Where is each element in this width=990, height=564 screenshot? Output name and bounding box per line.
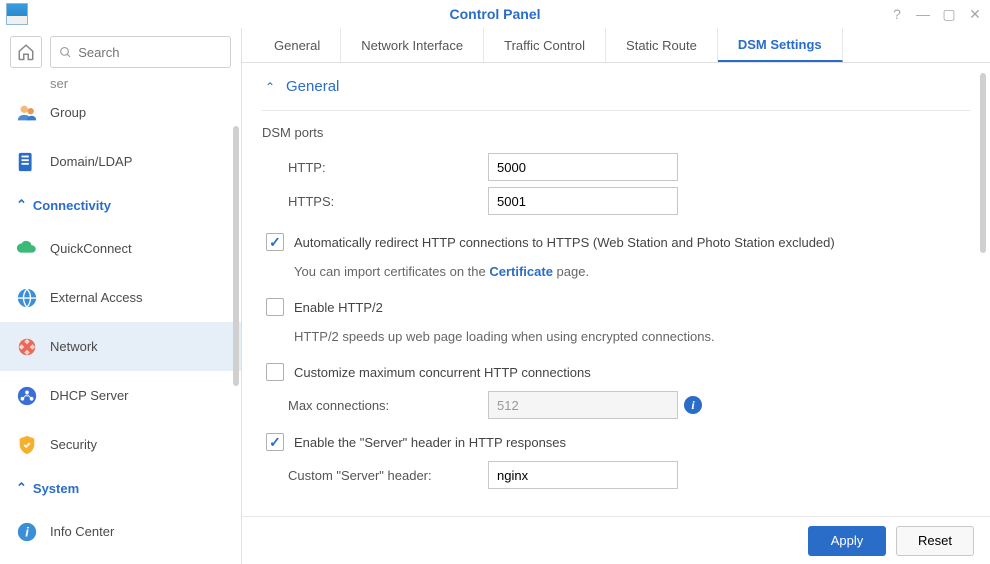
maxconn-label: Customize maximum concurrent HTTP connec…	[294, 365, 591, 380]
tab-dsm-settings[interactable]: DSM Settings	[718, 28, 843, 62]
http2-label: Enable HTTP/2	[294, 300, 383, 315]
sidebar-item-group[interactable]: Group	[0, 88, 241, 137]
section-general[interactable]: ⌃ General	[262, 63, 970, 111]
search-field[interactable]	[50, 36, 231, 68]
sidebar-item-cut: ser	[0, 76, 241, 88]
sidebar-item-external[interactable]: External Access	[0, 273, 241, 322]
http-label: HTTP:	[288, 160, 488, 175]
globe-icon	[16, 287, 38, 309]
https-port-input[interactable]	[488, 187, 678, 215]
redirect-label: Automatically redirect HTTP connections …	[294, 235, 835, 250]
http2-checkbox[interactable]	[266, 298, 284, 316]
sidebar-item-dhcp[interactable]: DHCP Server	[0, 371, 241, 420]
apply-button[interactable]: Apply	[808, 526, 886, 556]
domain-icon	[16, 151, 38, 173]
dsm-ports-label: DSM ports	[262, 125, 970, 140]
sidebar-item-label: QuickConnect	[50, 241, 132, 256]
maxconn-field-label: Max connections:	[288, 398, 488, 413]
tab-general[interactable]: General	[254, 28, 341, 62]
chevron-up-icon: ⌃	[262, 80, 278, 94]
group-icon	[16, 102, 38, 124]
custom-header-input[interactable]	[488, 461, 678, 489]
section-domain[interactable]: ⌃ Domain	[262, 504, 970, 516]
tab-interface[interactable]: Network Interface	[341, 28, 484, 62]
footer: Apply Reset	[242, 516, 990, 564]
app-icon	[6, 3, 28, 25]
sidebar-item-label: Network	[50, 339, 98, 354]
http-port-input[interactable]	[488, 153, 678, 181]
certificate-link[interactable]: Certificate	[489, 264, 553, 279]
cloud-icon	[16, 238, 38, 260]
http2-desc: HTTP/2 speeds up web page loading when u…	[262, 329, 970, 344]
help-icon[interactable]: ?	[888, 6, 906, 23]
shield-icon	[16, 434, 38, 456]
sidebar-section-system[interactable]: ⌃ System	[0, 469, 241, 507]
home-icon	[17, 43, 35, 61]
maxconn-checkbox[interactable]	[266, 363, 284, 381]
server-header-checkbox[interactable]	[266, 433, 284, 451]
tab-bar: General Network Interface Traffic Contro…	[242, 28, 990, 63]
sidebar-item-security[interactable]: Security	[0, 420, 241, 469]
sidebar-item-info[interactable]: i Info Center	[0, 507, 241, 556]
sidebar-item-network[interactable]: Network	[0, 322, 241, 371]
sidebar: ser Group Domain/LDAP ⌃ Connectivity Qui…	[0, 28, 242, 564]
window-title: Control Panel	[449, 6, 540, 22]
sidebar-list: ser Group Domain/LDAP ⌃ Connectivity Qui…	[0, 76, 241, 564]
certificate-hint: You can import certificates on the Certi…	[262, 264, 970, 279]
info-icon: i	[16, 521, 38, 543]
maxconn-input	[488, 391, 678, 419]
svg-text:i: i	[25, 524, 29, 539]
sidebar-section-connectivity[interactable]: ⌃ Connectivity	[0, 186, 241, 224]
search-input[interactable]	[78, 45, 222, 60]
chevron-up-icon: ⌃	[16, 480, 27, 496]
sidebar-item-label: Security	[50, 437, 97, 452]
sidebar-item-label: DHCP Server	[50, 388, 129, 403]
sidebar-item-label: External Access	[50, 290, 143, 305]
title-bar: Control Panel ? — ▢ ✕	[0, 0, 990, 28]
server-header-label: Enable the "Server" header in HTTP respo…	[294, 435, 566, 450]
custom-header-label: Custom "Server" header:	[288, 468, 488, 483]
network-icon	[16, 336, 38, 358]
sidebar-item-domain[interactable]: Domain/LDAP	[0, 137, 241, 186]
chevron-up-icon: ⌃	[16, 197, 27, 213]
content-area: General Network Interface Traffic Contro…	[242, 28, 990, 564]
redirect-checkbox[interactable]	[266, 233, 284, 251]
reset-button[interactable]: Reset	[896, 526, 974, 556]
https-label: HTTPS:	[288, 194, 488, 209]
info-icon[interactable]: i	[684, 396, 702, 414]
panel-scrollbar[interactable]	[980, 73, 986, 253]
tab-traffic[interactable]: Traffic Control	[484, 28, 606, 62]
minimize-icon[interactable]: —	[914, 6, 932, 23]
window-controls: ? — ▢ ✕	[888, 6, 984, 23]
sidebar-scrollbar[interactable]	[233, 126, 239, 386]
close-icon[interactable]: ✕	[966, 6, 984, 23]
dhcp-icon	[16, 385, 38, 407]
sidebar-item-label: Domain/LDAP	[50, 154, 132, 169]
maximize-icon[interactable]: ▢	[940, 6, 958, 23]
search-icon	[59, 45, 72, 60]
home-button[interactable]	[10, 36, 42, 68]
sidebar-item-label: Group	[50, 105, 86, 120]
settings-panel: ⌃ General DSM ports HTTP: HTTPS: Automat…	[242, 63, 990, 516]
sidebar-item-label: Info Center	[50, 524, 114, 539]
tab-static[interactable]: Static Route	[606, 28, 718, 62]
sidebar-item-quickconnect[interactable]: QuickConnect	[0, 224, 241, 273]
